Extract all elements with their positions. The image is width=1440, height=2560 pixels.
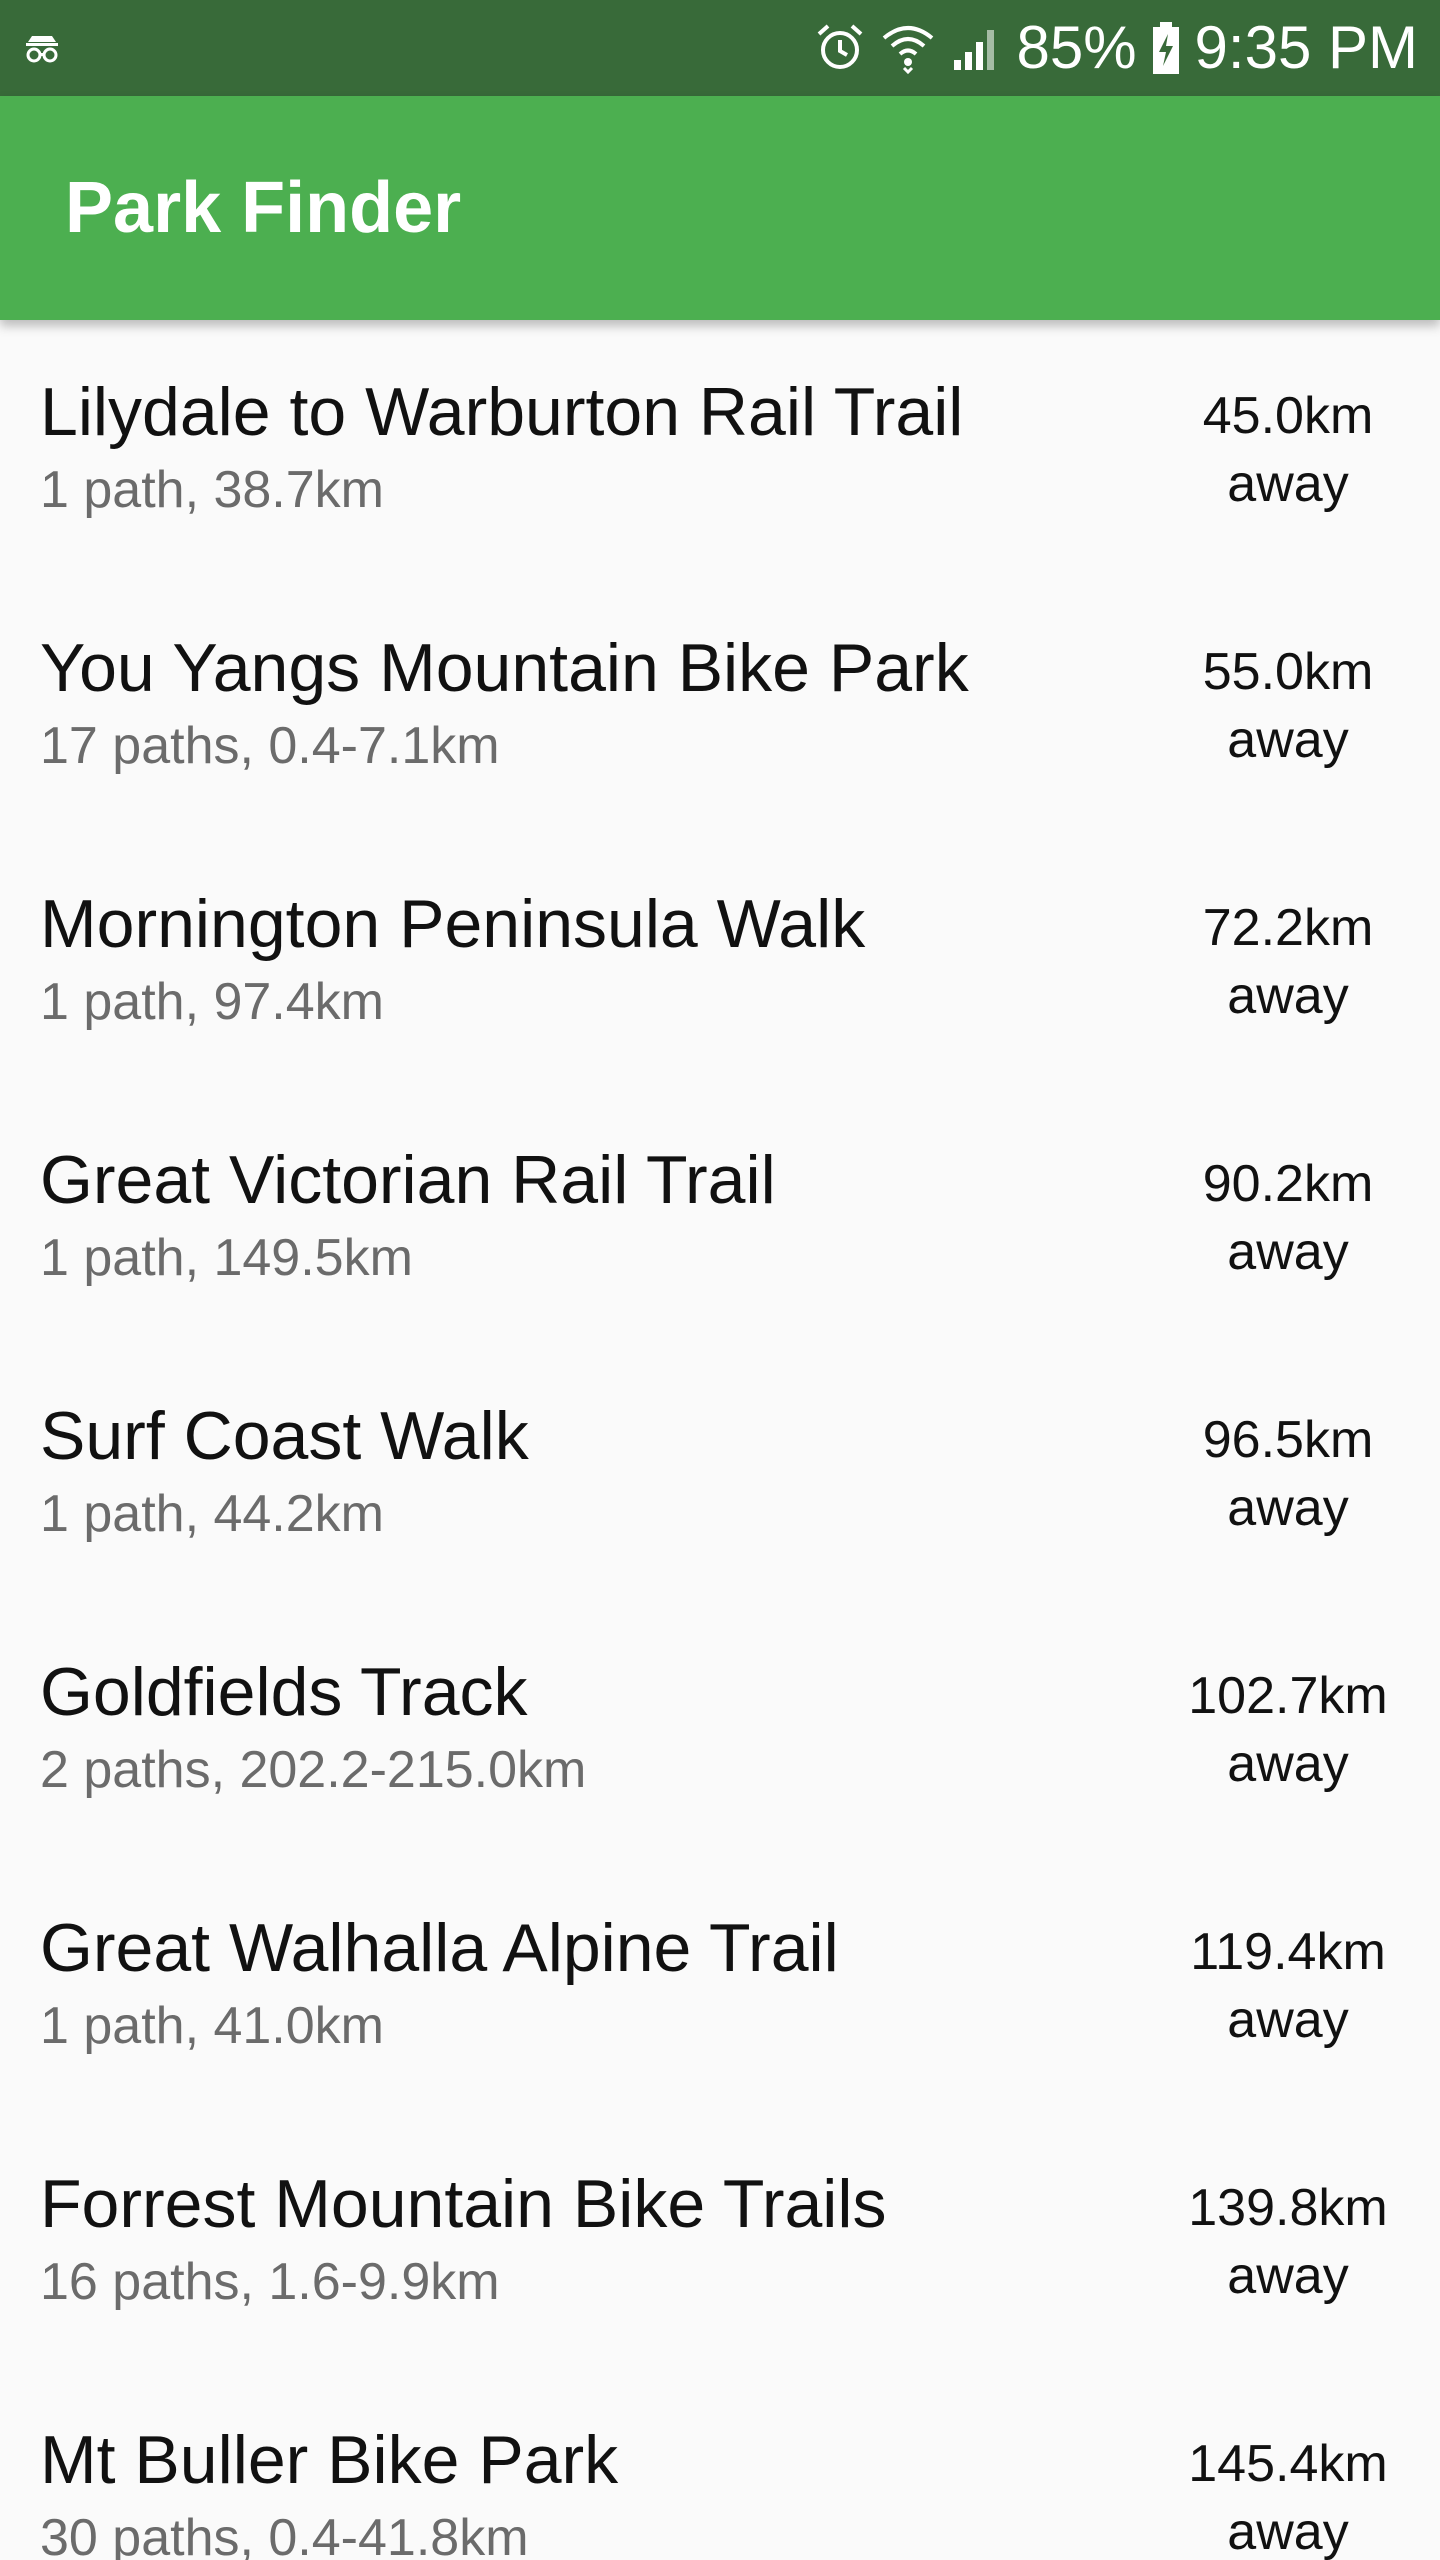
park-name: Mt Buller Bike Park	[40, 2422, 619, 2498]
park-details: 1 path, 41.0km	[40, 1997, 384, 2055]
distance-value: 72.2km	[1202, 899, 1374, 957]
park-details: 16 paths, 1.6-9.9km	[40, 2253, 500, 2311]
distance-value: 145.4km	[1188, 2435, 1388, 2493]
list-item[interactable]: Great Victorian Rail Trail 1 path, 149.5…	[0, 1088, 1440, 1344]
park-details: 17 paths, 0.4-7.1km	[40, 717, 500, 775]
park-distance: 119.4km away	[1158, 1918, 1418, 2054]
park-distance: 72.2km away	[1158, 894, 1418, 1030]
status-icons: 85% 9:35 PM	[814, 0, 1418, 96]
distance-suffix: away	[1227, 1735, 1349, 1793]
distance-value: 55.0km	[1202, 643, 1374, 701]
park-name: Forrest Mountain Bike Trails	[40, 2166, 887, 2242]
clock: 9:35 PM	[1194, 14, 1418, 81]
list-item[interactable]: Mornington Peninsula Walk 1 path, 97.4km…	[0, 832, 1440, 1088]
distance-suffix: away	[1227, 1223, 1349, 1281]
distance-value: 119.4km	[1190, 1923, 1386, 1981]
status-bar: 85% 9:35 PM	[0, 0, 1440, 96]
list-item[interactable]: Great Walhalla Alpine Trail 1 path, 41.0…	[0, 1856, 1440, 2112]
park-distance: 96.5km away	[1158, 1406, 1418, 1542]
app-bar: Park Finder	[0, 96, 1440, 320]
park-distance: 139.8km away	[1158, 2174, 1418, 2310]
distance-value: 96.5km	[1202, 1411, 1374, 1469]
alarm-icon	[818, 24, 863, 69]
park-details: 1 path, 38.7km	[40, 461, 384, 519]
park-name: You Yangs Mountain Bike Park	[40, 630, 969, 706]
park-distance: 145.4km away	[1158, 2430, 1418, 2560]
park-details: 30 paths, 0.4-41.8km	[40, 2509, 529, 2560]
list-item[interactable]: You Yangs Mountain Bike Park 17 paths, 0…	[0, 576, 1440, 832]
wifi-icon	[883, 26, 934, 74]
distance-suffix: away	[1227, 711, 1349, 769]
park-distance: 55.0km away	[1158, 638, 1418, 774]
park-name: Mornington Peninsula Walk	[40, 886, 866, 962]
distance-suffix: away	[1227, 967, 1349, 1025]
park-details: 1 path, 149.5km	[40, 1229, 413, 1287]
incognito-icon	[26, 36, 58, 63]
distance-suffix: away	[1227, 1991, 1349, 2049]
park-name: Surf Coast Walk	[40, 1398, 529, 1474]
park-details: 2 paths, 202.2-215.0km	[40, 1741, 587, 1799]
park-name: Great Victorian Rail Trail	[40, 1142, 776, 1218]
park-distance: 90.2km away	[1158, 1150, 1418, 1286]
distance-suffix: away	[1227, 1479, 1349, 1537]
signal-icon	[954, 30, 995, 70]
battery-charging-icon	[1152, 22, 1179, 74]
park-name: Goldfields Track	[40, 1654, 528, 1730]
list-item[interactable]: Lilydale to Warburton Rail Trail 1 path,…	[0, 320, 1440, 576]
park-list[interactable]: Lilydale to Warburton Rail Trail 1 path,…	[0, 320, 1440, 2560]
park-name: Great Walhalla Alpine Trail	[40, 1910, 839, 1986]
park-distance: 45.0km away	[1158, 382, 1418, 518]
park-name: Lilydale to Warburton Rail Trail	[40, 374, 964, 450]
distance-value: 90.2km	[1202, 1155, 1374, 1213]
distance-value: 45.0km	[1202, 387, 1374, 445]
park-details: 1 path, 44.2km	[40, 1485, 384, 1543]
distance-suffix: away	[1227, 455, 1349, 513]
battery-percentage: 85%	[1016, 14, 1137, 81]
page-title: Park Finder	[65, 168, 462, 248]
distance-suffix: away	[1227, 2503, 1349, 2560]
park-details: 1 path, 97.4km	[40, 973, 384, 1031]
distance-value: 139.8km	[1188, 2179, 1388, 2237]
list-item[interactable]: Surf Coast Walk 1 path, 44.2km 96.5km aw…	[0, 1344, 1440, 1600]
list-item[interactable]: Forrest Mountain Bike Trails 16 paths, 1…	[0, 2112, 1440, 2368]
park-distance: 102.7km away	[1158, 1662, 1418, 1798]
list-item[interactable]: Goldfields Track 2 paths, 202.2-215.0km …	[0, 1600, 1440, 1856]
list-item[interactable]: Mt Buller Bike Park 30 paths, 0.4-41.8km…	[0, 2368, 1440, 2560]
distance-suffix: away	[1227, 2247, 1349, 2305]
distance-value: 102.7km	[1188, 1667, 1388, 1725]
